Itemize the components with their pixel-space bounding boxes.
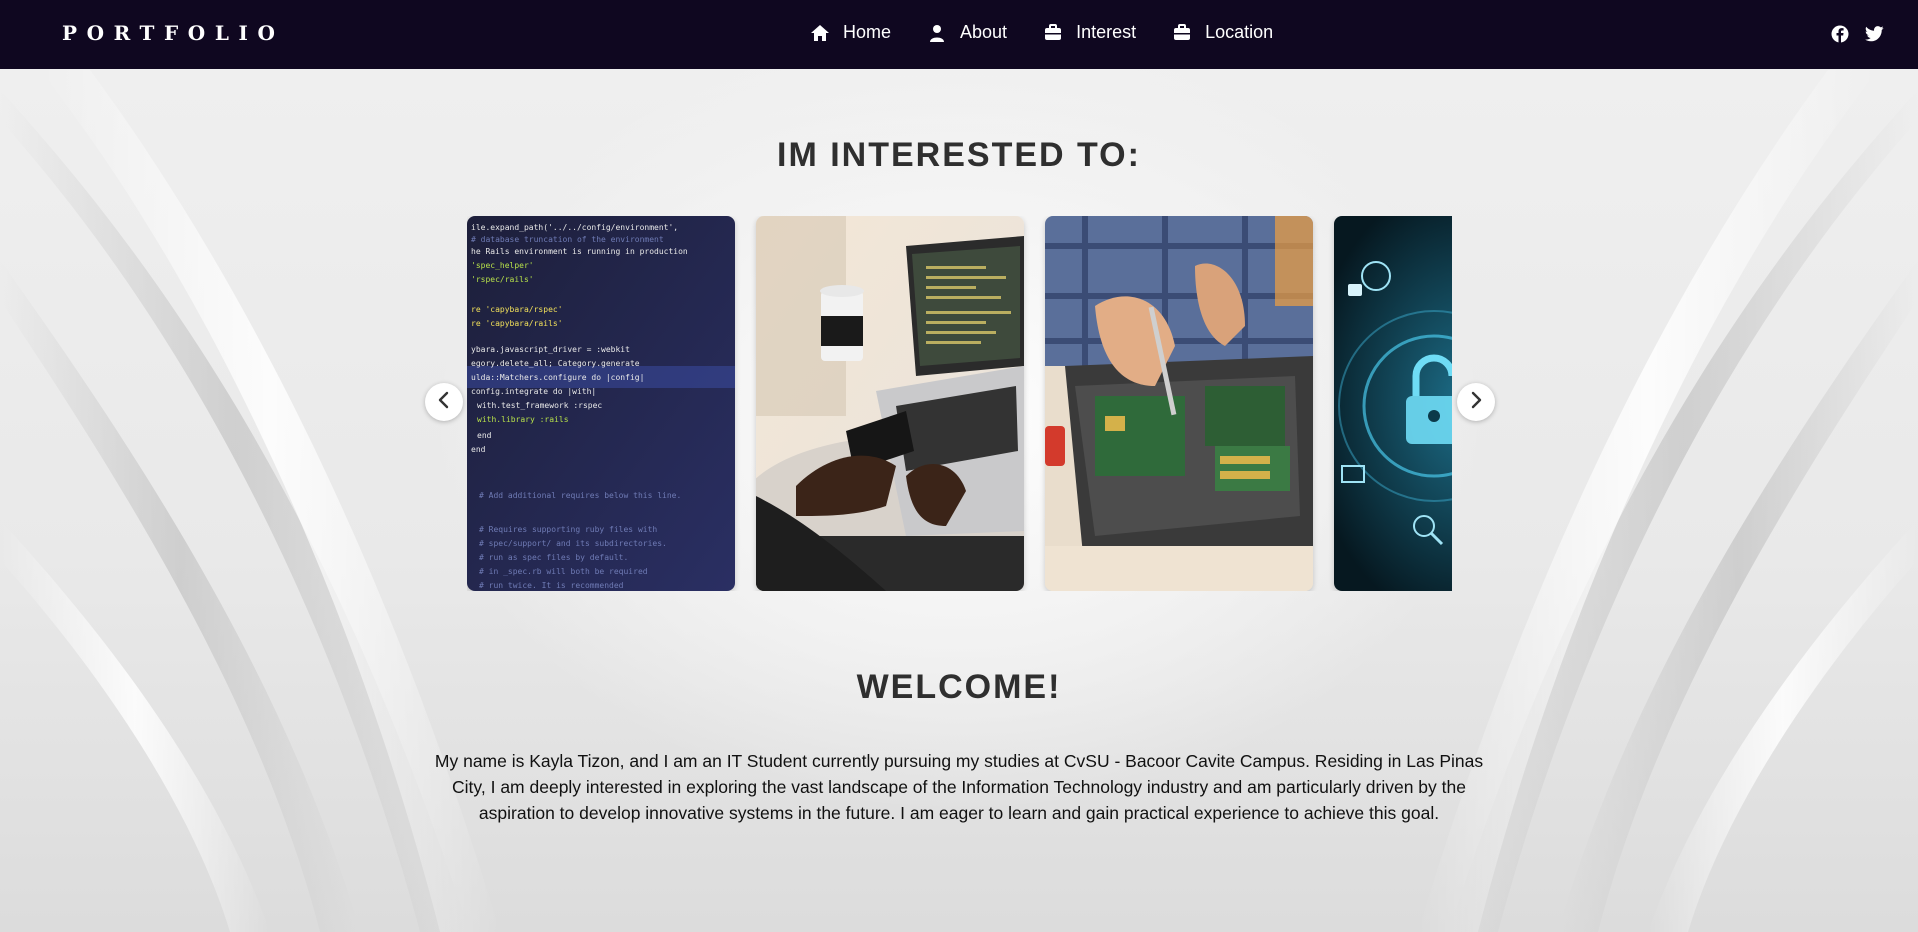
twitter-icon[interactable]: [1864, 24, 1884, 44]
home-icon: [810, 23, 830, 43]
svg-text:re 'capybara/rails': re 'capybara/rails': [471, 319, 563, 328]
svg-text:with.test_framework :rspec: with.test_framework :rspec: [477, 401, 602, 410]
svg-text:ulda::Matchers.configure do |c: ulda::Matchers.configure do |config|: [471, 373, 644, 382]
svg-text:egory.delete_all; Category.gen: egory.delete_all; Category.generate: [471, 359, 640, 368]
svg-text:# spec/support/ and its subdir: # spec/support/ and its subdirectories.: [479, 539, 667, 548]
svg-text:end: end: [477, 431, 492, 440]
svg-text:# Requires supporting ruby fil: # Requires supporting ruby files with: [479, 525, 657, 534]
svg-text:config.integrate do |with|: config.integrate do |with|: [471, 387, 596, 396]
briefcase-icon: [1043, 23, 1063, 43]
svg-text:with.library :rails: with.library :rails: [477, 415, 569, 424]
svg-text:# run as spec files by default: # run as spec files by default.: [479, 553, 628, 562]
carousel-prev-button[interactable]: [425, 383, 463, 421]
nav-item-home[interactable]: Home: [810, 22, 891, 43]
nav-item-label: Interest: [1076, 22, 1137, 42]
carousel-next-button[interactable]: [1457, 383, 1495, 421]
interest-card-laptop[interactable]: [756, 216, 1024, 591]
interest-card-code[interactable]: ile.expand_path('../../config/environmen…: [467, 216, 735, 591]
briefcase-icon: [1172, 23, 1192, 43]
nav-item-label: Home: [843, 22, 892, 42]
brand-logo[interactable]: PORTFOLIO: [62, 21, 284, 45]
interest-card-hardware[interactable]: [1045, 216, 1313, 591]
nav-item-interest[interactable]: Interest: [1043, 22, 1136, 43]
svg-text:ybara.javascript_driver = :web: ybara.javascript_driver = :webkit: [471, 345, 630, 354]
interest-card-security[interactable]: [1334, 216, 1452, 591]
svg-text:ile.expand_path('../../config/: ile.expand_path('../../config/environmen…: [471, 223, 678, 232]
nav-menu: Home About Interest Location: [810, 22, 1309, 43]
svg-text:he Rails environment is runnin: he Rails environment is running in produ…: [471, 247, 688, 256]
user-icon: [927, 23, 947, 43]
svg-text:# in _spec.rb will both be req: # in _spec.rb will both be required: [479, 567, 648, 576]
nav-item-label: Location: [1205, 22, 1274, 42]
svg-text:'spec_helper': 'spec_helper': [471, 261, 534, 270]
social-links: [1830, 24, 1884, 44]
interests-carousel: ile.expand_path('../../config/environmen…: [467, 216, 1452, 591]
welcome-title: WELCOME!: [856, 668, 1062, 706]
chevron-left-icon: [437, 391, 451, 413]
svg-text:# database truncation of the e: # database truncation of the environment: [471, 235, 664, 244]
svg-text:# run twice. It is recommended: # run twice. It is recommended: [479, 581, 624, 590]
facebook-icon[interactable]: [1830, 24, 1850, 44]
chevron-right-icon: [1469, 391, 1483, 413]
nav-item-location[interactable]: Location: [1172, 22, 1273, 43]
svg-text:'rspec/rails': 'rspec/rails': [471, 275, 534, 284]
nav-item-label: About: [960, 22, 1008, 42]
navbar: PORTFOLIO Home About Interest Location: [0, 0, 1918, 69]
svg-text:# Add additional requires belo: # Add additional requires below this lin…: [479, 491, 681, 500]
nav-item-about[interactable]: About: [927, 22, 1007, 43]
welcome-paragraph: My name is Kayla Tizon, and I am an IT S…: [434, 751, 1484, 823]
svg-text:end: end: [471, 445, 486, 454]
interests-title: IM INTERESTED TO:: [777, 136, 1141, 174]
svg-text:re 'capybara/rspec': re 'capybara/rspec': [471, 305, 563, 314]
